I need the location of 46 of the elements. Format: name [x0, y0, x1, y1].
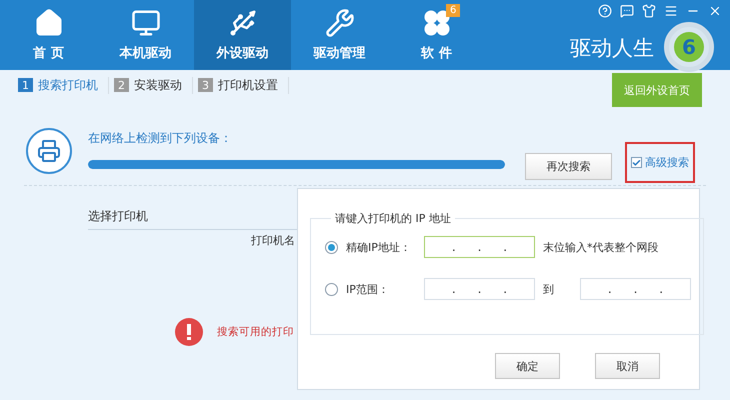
nav-tab[interactable]: 本机驱动 [97, 0, 194, 70]
step-label[interactable]: 安装驱动 [134, 76, 182, 94]
home-icon [34, 8, 64, 38]
step-label[interactable]: 搜索打印机 [38, 76, 98, 94]
printer-icon [26, 128, 72, 174]
error-message: 搜索可用的打印 [217, 325, 294, 339]
step-number[interactable]: 3 [198, 78, 213, 92]
help-icon[interactable] [598, 4, 612, 18]
error-icon [175, 318, 203, 346]
ip-field[interactable]: . . . [580, 278, 691, 300]
status-message: 在网络上检测到下列设备： [88, 130, 232, 147]
monitor-icon [130, 8, 160, 38]
count-badge: 6 [446, 4, 460, 17]
option-label: IP范围： [346, 282, 390, 296]
usb-icon [228, 8, 258, 38]
step-number[interactable]: 2 [114, 78, 129, 92]
menu-icon[interactable] [664, 4, 678, 18]
nav-tab[interactable]: 驱动管理 [291, 0, 388, 70]
rescan-button[interactable]: 再次搜索 [525, 153, 612, 180]
nav-tab[interactable]: 软 件 6 [388, 0, 485, 70]
radio-button[interactable] [325, 240, 338, 254]
ip-field[interactable]: . . . [424, 236, 535, 258]
back-button[interactable]: 返回外设首页 [612, 73, 702, 107]
advanced-checkbox[interactable] [631, 157, 642, 168]
dialog-button[interactable]: 取消 [595, 353, 660, 379]
range-label: 到 [543, 282, 555, 296]
gear-logo: 6 [664, 22, 714, 72]
brand-name: 驱动人生 [570, 35, 654, 62]
option-label: 精确IP地址： [346, 240, 412, 254]
step-number[interactable]: 1 [18, 78, 33, 92]
column-header: 打印机名 [251, 233, 295, 248]
section-title: 选择打印机 [88, 208, 148, 225]
shirt-icon[interactable] [642, 4, 656, 18]
step-label[interactable]: 打印机设置 [218, 76, 278, 94]
ip-field[interactable]: . . . [424, 278, 535, 300]
hint-text: 末位输入*代表整个网段 [543, 240, 658, 254]
radio-button[interactable] [325, 282, 338, 296]
advanced-label[interactable]: 高级搜索 [645, 155, 689, 170]
nav-tab[interactable]: 首 页 [0, 0, 97, 70]
close-icon[interactable] [708, 4, 722, 18]
chat-icon[interactable] [620, 4, 634, 18]
clover-icon [422, 8, 452, 38]
wrench-icon [324, 8, 354, 38]
nav-tab[interactable]: 外设驱动 [194, 0, 291, 70]
dialog-button[interactable]: 确定 [495, 353, 560, 379]
group-title: 请键入打印机的 IP 地址 [334, 211, 452, 226]
